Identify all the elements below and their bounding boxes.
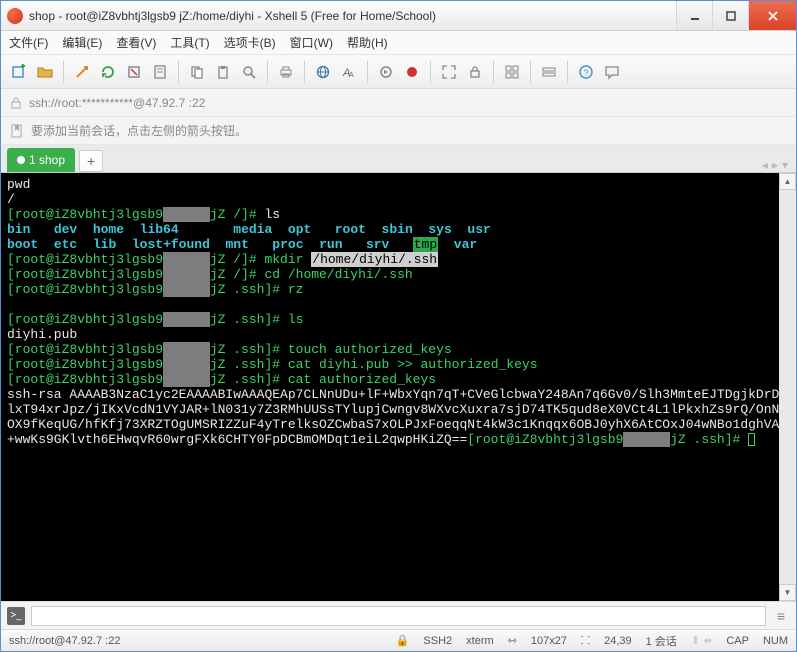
tile-button[interactable] — [500, 60, 524, 84]
menu-window[interactable]: 窗口(W) — [290, 34, 333, 51]
tab-active[interactable]: 1 shop — [7, 148, 75, 172]
status-term: xterm — [466, 635, 494, 647]
close-button[interactable] — [748, 1, 796, 30]
lock-button[interactable] — [463, 60, 487, 84]
script-button[interactable] — [374, 60, 398, 84]
terminal[interactable]: pwd / [root@iZ8vbhtj3lgsb9xxxxxxjZ /]# l… — [1, 173, 779, 601]
menu-help[interactable]: 帮助(H) — [347, 34, 388, 51]
menu-file[interactable]: 文件(F) — [9, 34, 48, 51]
window-controls — [676, 1, 796, 30]
tab-strip: 1 shop + ◂ ▸ ▾ — [1, 145, 796, 173]
minimize-button[interactable] — [676, 1, 712, 30]
tab-next-button[interactable]: ▸ — [772, 158, 778, 172]
new-session-button[interactable] — [7, 60, 31, 84]
terminal-cursor — [748, 433, 755, 446]
status-num: NUM — [763, 635, 788, 647]
tab-list-button[interactable]: ▾ — [782, 158, 788, 172]
fullscreen-button[interactable] — [437, 60, 461, 84]
tab-label: 1 shop — [29, 153, 65, 167]
separator — [63, 61, 64, 83]
globe-button[interactable] — [311, 60, 335, 84]
app-icon — [7, 8, 23, 24]
title-bar: shop - root@iZ8vbhtj3lgsb9 jZ:/home/diyh… — [1, 1, 796, 31]
status-connection: ssh://root@47.92.7 :22 — [9, 635, 120, 647]
status-cap: CAP — [726, 635, 749, 647]
status-pos: 24,39 — [604, 635, 632, 647]
find-button[interactable] — [237, 60, 261, 84]
status-sessions: 1 会话 — [646, 633, 677, 649]
status-size-icon: ⇿ — [508, 634, 517, 647]
hint-text: 要添加当前会话，点击左侧的箭头按钮。 — [31, 122, 247, 139]
properties-button[interactable] — [148, 60, 172, 84]
menu-view[interactable]: 查看(V) — [116, 34, 156, 51]
compose-menu-button[interactable]: ≡ — [772, 608, 790, 624]
terminal-scrollbar[interactable]: ▲ ▼ — [779, 173, 796, 601]
paste-button[interactable] — [211, 60, 235, 84]
status-lock-icon: 🔒 — [396, 634, 410, 647]
scroll-down-button[interactable]: ▼ — [779, 584, 796, 601]
separator — [567, 61, 568, 83]
separator — [530, 61, 531, 83]
status-arrows: ⬍ ⬌ — [691, 634, 713, 647]
address-url[interactable]: ssh://root:***********@47.92.7 :22 — [29, 96, 788, 110]
connect-button[interactable] — [70, 60, 94, 84]
tab-status-icon — [17, 156, 25, 164]
lock-icon — [9, 96, 23, 110]
toolbar: AA ? — [1, 55, 796, 89]
tab-prev-button[interactable]: ◂ — [762, 158, 768, 172]
separator — [367, 61, 368, 83]
window-title: shop - root@iZ8vbhtj3lgsb9 jZ:/home/diyh… — [29, 9, 676, 23]
terminal-area: pwd / [root@iZ8vbhtj3lgsb9xxxxxxjZ /]# l… — [1, 173, 796, 601]
reconnect-button[interactable] — [96, 60, 120, 84]
menu-bar: 文件(F) 编辑(E) 查看(V) 工具(T) 选项卡(B) 窗口(W) 帮助(… — [1, 31, 796, 55]
compose-input[interactable] — [31, 606, 766, 626]
add-tab-button[interactable]: + — [79, 150, 103, 172]
tab-nav: ◂ ▸ ▾ — [762, 158, 796, 172]
status-protocol: SSH2 — [423, 635, 452, 647]
separator — [430, 61, 431, 83]
disconnect-button[interactable] — [122, 60, 146, 84]
print-button[interactable] — [274, 60, 298, 84]
separator — [304, 61, 305, 83]
layout-button[interactable] — [537, 60, 561, 84]
scroll-track[interactable] — [779, 190, 796, 584]
status-bar: ssh://root@47.92.7 :22 🔒 SSH2 xterm ⇿ 10… — [1, 629, 796, 651]
svg-text:A: A — [349, 72, 354, 79]
menu-options[interactable]: 选项卡(B) — [224, 34, 276, 51]
app-window: shop - root@iZ8vbhtj3lgsb9 jZ:/home/diyh… — [0, 0, 797, 652]
menu-tools[interactable]: 工具(T) — [170, 34, 209, 51]
scroll-up-button[interactable]: ▲ — [779, 173, 796, 190]
record-button[interactable] — [400, 60, 424, 84]
separator — [178, 61, 179, 83]
svg-text:?: ? — [584, 68, 589, 78]
help-button[interactable]: ? — [574, 60, 598, 84]
chat-button[interactable] — [600, 60, 624, 84]
status-pos-icon: ⸬ — [581, 633, 590, 648]
address-bar: ssh://root:***********@47.92.7 :22 — [1, 89, 796, 117]
maximize-button[interactable] — [712, 1, 748, 30]
menu-edit[interactable]: 编辑(E) — [62, 34, 102, 51]
hint-bar: 要添加当前会话，点击左侧的箭头按钮。 — [1, 117, 796, 145]
bookmark-icon[interactable] — [9, 123, 25, 139]
status-size: 107x27 — [531, 635, 567, 647]
prompt-icon: >_ — [7, 607, 25, 625]
separator — [493, 61, 494, 83]
copy-button[interactable] — [185, 60, 209, 84]
open-folder-button[interactable] — [33, 60, 57, 84]
separator — [267, 61, 268, 83]
font-button[interactable]: AA — [337, 60, 361, 84]
compose-bar: >_ ≡ — [1, 601, 796, 629]
